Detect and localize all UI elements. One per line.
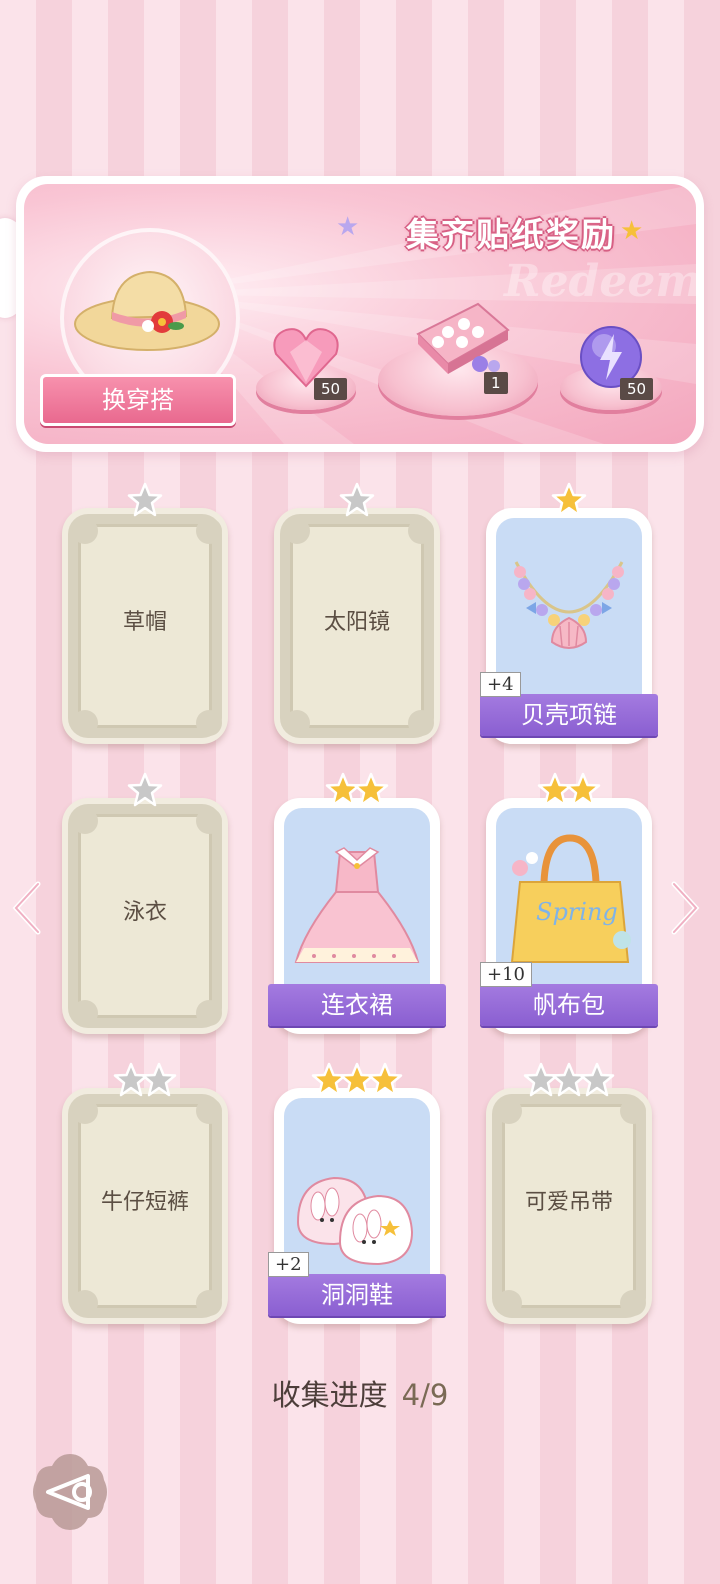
reward-count: 50 — [620, 378, 654, 400]
straw-hat-icon — [74, 270, 220, 351]
rarity-stars — [62, 1062, 228, 1102]
duplicate-count-badge: +4 — [480, 672, 521, 697]
card-name: 草帽 — [122, 610, 167, 635]
sticker-card[interactable]: 贝壳项链 +4 — [480, 482, 658, 744]
rarity-stars — [274, 772, 440, 812]
star-icon — [127, 772, 163, 812]
sticker-card[interactable]: 可爱吊带 — [486, 1062, 652, 1324]
star-icon — [367, 1062, 403, 1102]
duplicate-count-badge: +10 — [480, 962, 532, 987]
sticker-card[interactable]: Spring 帆布包 +10 — [480, 772, 658, 1034]
card-name-ribbon: 连衣裙 — [268, 984, 446, 1026]
card-name: 太阳镜 — [323, 610, 390, 635]
star-icon — [565, 772, 601, 812]
duplicate-count-badge: +2 — [268, 1252, 309, 1277]
sticker-card[interactable]: 洞洞鞋 +2 — [268, 1062, 446, 1324]
card-name-ribbon: 贝壳项链 — [480, 694, 658, 736]
card-name: 泳衣 — [122, 900, 167, 925]
canvas-bag-icon: Spring — [496, 812, 642, 986]
reward-count: 50 — [314, 378, 348, 400]
card-name: 可爱吊带 — [524, 1190, 613, 1215]
collection-progress: 收集进度 4/9 — [0, 1372, 720, 1414]
rarity-stars — [486, 772, 652, 812]
sticker-reward-banner: Redeem ★ ★ 集齐贴纸奖励 换穿搭 50 1 50 — [16, 176, 704, 452]
back-button[interactable] — [30, 1452, 110, 1532]
pink-dress-icon — [284, 812, 430, 986]
rarity-stars — [274, 1062, 440, 1102]
reward-count: 1 — [484, 372, 508, 394]
svg-text:Spring: Spring — [536, 898, 618, 926]
card-name: 牛仔短裤 — [100, 1190, 189, 1215]
rarity-stars — [62, 482, 228, 522]
change-outfit-button[interactable]: 换穿搭 — [40, 374, 236, 426]
star-icon — [141, 1062, 177, 1102]
card-name-ribbon: 洞洞鞋 — [268, 1274, 446, 1316]
bunny-clogs-icon — [284, 1102, 430, 1276]
star-icon — [339, 482, 375, 522]
sticker-card[interactable]: 太阳镜 — [274, 482, 440, 744]
sticker-gift-box-icon[interactable] — [408, 294, 512, 380]
star-icon — [127, 482, 163, 522]
rarity-stars — [274, 482, 440, 522]
next-page-arrow-icon[interactable] — [668, 880, 702, 936]
card-name-ribbon: 帆布包 — [480, 984, 658, 1026]
banner-title: 集齐贴纸奖励 — [406, 215, 616, 254]
shell-necklace-icon — [496, 522, 642, 696]
rarity-stars — [486, 482, 652, 522]
progress-value: 4/9 — [401, 1378, 449, 1412]
star-icon — [353, 772, 389, 812]
sticker-card[interactable]: 连衣裙 — [268, 772, 446, 1034]
rarity-stars — [486, 1062, 652, 1102]
previous-page-arrow-icon[interactable] — [10, 880, 44, 936]
rarity-stars — [62, 772, 228, 812]
star-icon — [579, 1062, 615, 1102]
sticker-card[interactable]: 泳衣 — [62, 772, 228, 1034]
lavender-star-icon: ★ — [336, 212, 360, 242]
sticker-card[interactable]: 牛仔短裤 — [62, 1062, 228, 1324]
redeem-watermark: Redeem — [504, 256, 696, 307]
sticker-card[interactable]: 草帽 — [62, 482, 228, 744]
star-icon — [551, 482, 587, 522]
progress-label: 收集进度 — [271, 1378, 388, 1412]
